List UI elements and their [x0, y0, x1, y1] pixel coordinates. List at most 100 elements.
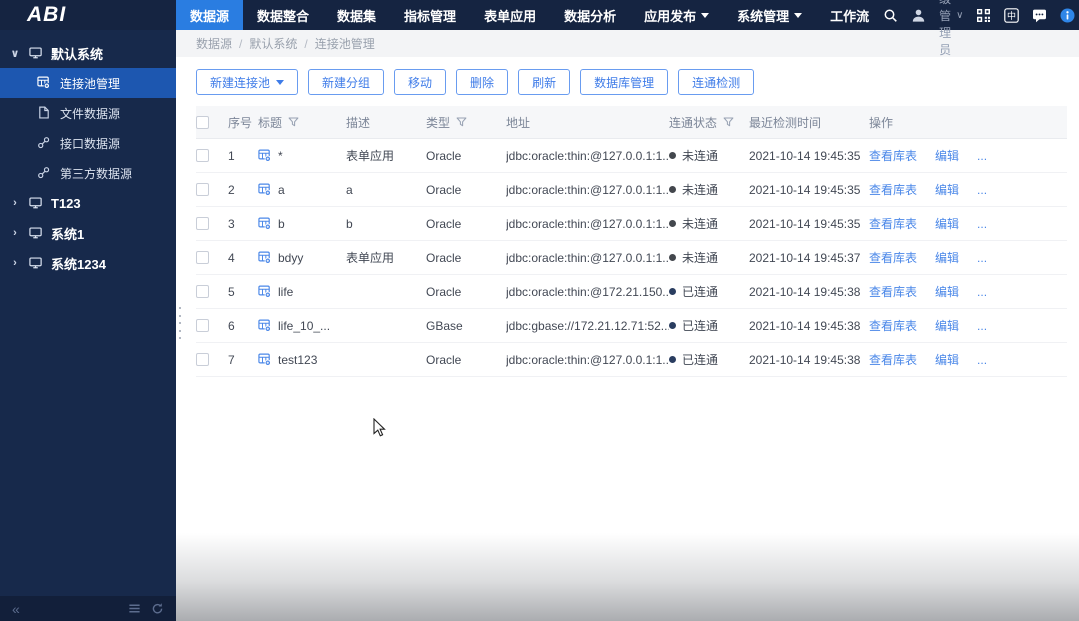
status-text: 未连通 [682, 251, 719, 265]
database-icon [258, 319, 272, 333]
sidebar-item-label: 连接池管理 [60, 76, 121, 91]
chevron-right-icon: › [13, 197, 17, 209]
select-all-checkbox[interactable] [196, 115, 209, 129]
sidebar-item-api-datasource[interactable]: 接口数据源 [0, 128, 176, 158]
column-label: 操作 [869, 115, 894, 130]
list-view-icon[interactable] [128, 602, 141, 615]
sidebar-item-connection-pool-management[interactable]: 连接池管理 [0, 68, 176, 98]
edit-link[interactable]: 编辑 [935, 249, 959, 266]
tab-dataset[interactable]: 数据集 [323, 0, 390, 30]
connectivity-check-button[interactable]: 连通检测 [678, 69, 755, 95]
view-tables-link[interactable]: 查看库表 [869, 351, 917, 368]
new-group-button[interactable]: 新建分组 [308, 69, 385, 95]
more-actions-link[interactable]: ... [977, 217, 987, 231]
row-checkbox[interactable] [196, 353, 209, 366]
tab-label: 指标管理 [404, 8, 457, 24]
status-text: 未连通 [682, 217, 719, 231]
view-tables-link[interactable]: 查看库表 [869, 147, 917, 164]
row-actions-cell: 查看库表 编辑... [869, 181, 1067, 198]
tab-indicator-management[interactable]: 指标管理 [390, 0, 470, 30]
row-checkbox[interactable] [196, 251, 209, 264]
title-filter-icon[interactable] [288, 117, 299, 127]
row-address: jdbc:oracle:thin:@127.0.0.1:1... [506, 148, 669, 163]
table-row: 6 life_10_... GBase jdbc:gbase://172.21.12.… [196, 309, 1067, 343]
sidebar-system-system1234[interactable]: › 系统1234 [0, 248, 176, 278]
edit-link[interactable]: 编辑 [935, 283, 959, 300]
row-checkbox[interactable] [196, 217, 209, 230]
more-actions-link[interactable]: ... [977, 285, 987, 299]
tab-workflow[interactable]: 工作流 [816, 0, 883, 30]
column-label: 描述 [346, 115, 371, 130]
language-zh-icon[interactable]: 中 [1004, 7, 1020, 23]
header-cell-actions: 操作 [869, 114, 1067, 131]
move-button[interactable]: 移动 [394, 69, 447, 95]
row-check-time: 2021-10-14 19:45:38 [749, 318, 861, 333]
sidebar-system-system1[interactable]: › 系统1 [0, 218, 176, 248]
row-address: jdbc:oracle:thin:@127.0.0.1:1... [506, 216, 669, 231]
sidebar-item-file-datasource[interactable]: 文件数据源 [0, 98, 176, 128]
status-text: 已连通 [682, 285, 719, 299]
row-checkbox[interactable] [196, 319, 209, 332]
qrcode-icon[interactable] [976, 8, 991, 23]
more-actions-link[interactable]: ... [977, 251, 987, 265]
tab-system-management[interactable]: 系统管理 [723, 0, 816, 30]
sidebar-system-t123[interactable]: › T123 [0, 188, 176, 218]
pane-splitter-handle[interactable] [177, 305, 183, 341]
svg-text:中: 中 [1007, 10, 1016, 21]
header-cell-type: 类型 [426, 114, 506, 131]
column-label: 连通状态 [669, 115, 718, 130]
row-checkbox[interactable] [196, 149, 209, 162]
database-icon [258, 285, 272, 299]
breadcrumb-item[interactable]: 连接池管理 [315, 35, 375, 52]
more-actions-link[interactable]: ... [977, 183, 987, 197]
row-type: GBase [426, 318, 463, 333]
row-title-cell: * [258, 149, 346, 163]
status-filter-icon[interactable] [723, 117, 734, 127]
refresh-button[interactable]: 刷新 [518, 69, 571, 95]
view-tables-link[interactable]: 查看库表 [869, 249, 917, 266]
sidebar-system-default-system[interactable]: ∨ 默认系统 [0, 38, 176, 68]
view-tables-link[interactable]: 查看库表 [869, 181, 917, 198]
tab-app-publish[interactable]: 应用发布 [630, 0, 723, 30]
type-filter-icon[interactable] [456, 117, 467, 127]
delete-button[interactable]: 删除 [456, 69, 509, 95]
edit-link[interactable]: 编辑 [935, 215, 959, 232]
user-avatar-icon[interactable] [911, 8, 926, 23]
row-checkbox[interactable] [196, 183, 209, 196]
tab-data-source[interactable]: 数据源 [176, 0, 244, 30]
more-actions-link[interactable]: ... [977, 353, 987, 367]
sidebar-footer-icons [128, 602, 164, 615]
edit-link[interactable]: 编辑 [935, 181, 959, 198]
edit-link[interactable]: 编辑 [935, 351, 959, 368]
info-icon[interactable] [1060, 8, 1075, 23]
refresh-tree-icon[interactable] [151, 602, 164, 615]
search-icon[interactable] [883, 8, 898, 23]
row-title-cell: b [258, 217, 346, 231]
view-tables-link[interactable]: 查看库表 [869, 317, 917, 334]
status-text: 未连通 [682, 183, 719, 197]
breadcrumb-item[interactable]: 数据源 [196, 35, 232, 52]
row-actions-cell: 查看库表 编辑... [869, 147, 1067, 164]
more-actions-link[interactable]: ... [977, 149, 987, 163]
button-label: 刷新 [532, 75, 557, 90]
table-header-row: 序号 标题 描述 类型 地址 连通状态 最近检测时间 操作 [196, 106, 1067, 139]
tab-data-integration[interactable]: 数据整合 [243, 0, 323, 30]
edit-link[interactable]: 编辑 [935, 147, 959, 164]
edit-link[interactable]: 编辑 [935, 317, 959, 334]
row-type: Oracle [426, 284, 462, 299]
database-management-button[interactable]: 数据库管理 [580, 69, 669, 95]
breadcrumb-item[interactable]: 默认系统 [249, 35, 297, 52]
message-icon[interactable] [1032, 8, 1047, 23]
user-menu[interactable]: 超级管理员 ∨ [939, 0, 963, 58]
sidebar-item-third-party-datasource[interactable]: 第三方数据源 [0, 158, 176, 188]
more-actions-link[interactable]: ... [977, 319, 987, 333]
tab-label: 数据集 [337, 8, 377, 24]
row-checkbox[interactable] [196, 285, 209, 298]
collapse-sidebar-icon[interactable]: « [12, 601, 20, 617]
tab-form-application[interactable]: 表单应用 [470, 0, 550, 30]
new-connection-pool-button[interactable]: 新建连接池 [196, 69, 299, 95]
view-tables-link[interactable]: 查看库表 [869, 283, 917, 300]
table-row: 2 a a Oracle jdbc:oracle:thin:@127.0.0.1:1..… [196, 173, 1067, 207]
view-tables-link[interactable]: 查看库表 [869, 215, 917, 232]
tab-data-analysis[interactable]: 数据分析 [550, 0, 630, 30]
